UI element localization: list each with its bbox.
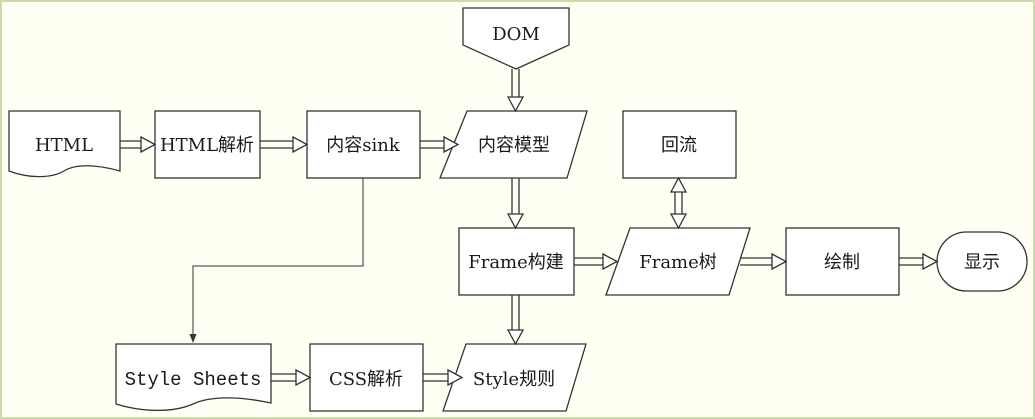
arrow-tree-to-paint: [740, 252, 788, 271]
frame-build-label: Frame构建: [468, 252, 564, 273]
arrow-dom-to-model: [506, 69, 525, 113]
content-model-label: 内容模型: [478, 135, 550, 156]
content-model-node: 内容模型: [439, 110, 588, 179]
content-sink-node: 内容sink: [306, 110, 421, 179]
arrow-build-to-style-rules: [506, 295, 525, 346]
arrow-paint-to-display: [899, 252, 939, 271]
paint-label: 绘制: [824, 252, 860, 273]
line-sink-to-style-sheets: [189, 178, 364, 343]
reflow-node: 回流: [622, 110, 737, 179]
arrow-model-to-frame-build: [506, 178, 525, 230]
style-rules-node: Style规则: [442, 343, 587, 412]
content-sink-label: 内容sink: [326, 135, 401, 156]
frame-build-node: Frame构建: [458, 227, 575, 296]
arrow-sheets-to-css: [271, 368, 312, 387]
html-label: HTML: [35, 135, 93, 156]
css-parse-label: CSS解析: [329, 369, 403, 390]
arrow-tree-reflow: [669, 176, 688, 230]
style-sheets-node: Style Sheets: [115, 343, 272, 411]
css-parse-node: CSS解析: [309, 343, 424, 412]
reflow-label: 回流: [661, 135, 697, 156]
frame-tree-label: Frame树: [639, 252, 717, 273]
html-parse-node: HTML解析: [154, 110, 261, 179]
dom-node: DOM: [462, 7, 570, 70]
html-parse-label: HTML解析: [160, 135, 254, 156]
html-node: HTML: [8, 110, 121, 178]
style-rules-label: Style规则: [473, 369, 555, 390]
style-sheets-label: Style Sheets: [125, 369, 262, 391]
arrow-parse-to-sink: [260, 135, 309, 154]
frame-tree-node: Frame树: [605, 227, 751, 296]
paint-node: 绘制: [785, 227, 900, 296]
display-label: 显示: [964, 252, 1000, 273]
dom-label: DOM: [492, 24, 540, 45]
display-node: 显示: [936, 231, 1028, 292]
arrow-build-to-tree: [574, 252, 619, 271]
arrow-html-to-parse: [120, 135, 157, 154]
flow-diagram: DOM HTML HTML解析 内容sink 内容模型 回流 Frame构建 F…: [0, 0, 1035, 419]
